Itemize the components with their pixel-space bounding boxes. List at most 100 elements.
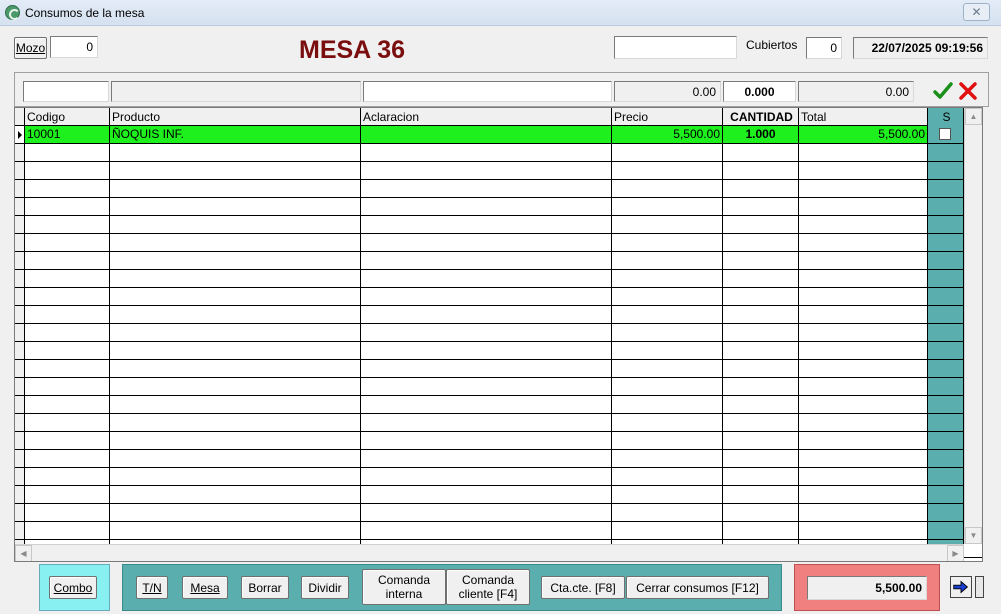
table-cell[interactable]: [25, 234, 110, 251]
search-input[interactable]: [614, 36, 737, 59]
table-cell[interactable]: [361, 450, 612, 467]
table-cell[interactable]: [15, 234, 25, 251]
header-s[interactable]: S: [928, 108, 964, 126]
table-cell[interactable]: [928, 234, 964, 251]
table-row[interactable]: [15, 468, 982, 486]
table-cell[interactable]: [799, 288, 928, 305]
table-cell[interactable]: [361, 180, 612, 197]
table-cell[interactable]: [15, 360, 25, 377]
borrar-button[interactable]: Borrar: [241, 576, 289, 599]
table-cell[interactable]: [799, 324, 928, 341]
table-row[interactable]: [15, 414, 982, 432]
table-cell[interactable]: [361, 288, 612, 305]
table-cell[interactable]: [25, 180, 110, 197]
table-row[interactable]: [15, 288, 982, 306]
table-row[interactable]: [15, 252, 982, 270]
table-cell[interactable]: [15, 180, 25, 197]
table-cell[interactable]: [723, 432, 799, 449]
table-cell[interactable]: [361, 234, 612, 251]
table-cell[interactable]: [110, 414, 361, 431]
table-cell[interactable]: [361, 522, 612, 539]
cerrar-consumos-button[interactable]: Cerrar consumos [F12]: [626, 576, 769, 599]
header-codigo[interactable]: Codigo: [25, 108, 110, 126]
table-cell[interactable]: [110, 324, 361, 341]
header-cantidad[interactable]: CANTIDAD: [723, 108, 799, 126]
table-cell[interactable]: [15, 504, 25, 521]
table-cell[interactable]: [928, 180, 964, 197]
table-cell[interactable]: [723, 270, 799, 287]
table-cell[interactable]: [928, 360, 964, 377]
table-cell[interactable]: [723, 162, 799, 179]
table-cell[interactable]: [15, 216, 25, 233]
cell-codigo[interactable]: 10001: [25, 126, 110, 143]
table-cell[interactable]: [110, 306, 361, 323]
table-cell[interactable]: [361, 360, 612, 377]
table-cell[interactable]: [612, 342, 723, 359]
table-cell[interactable]: [15, 342, 25, 359]
table-cell[interactable]: [928, 450, 964, 467]
table-cell[interactable]: [612, 396, 723, 413]
table-cell[interactable]: [723, 342, 799, 359]
entry-codigo-input[interactable]: [23, 81, 109, 102]
table-cell[interactable]: [723, 324, 799, 341]
table-cell[interactable]: [928, 414, 964, 431]
table-cell[interactable]: [25, 342, 110, 359]
table-cell[interactable]: [361, 396, 612, 413]
table-cell[interactable]: [110, 396, 361, 413]
table-row[interactable]: [15, 432, 982, 450]
table-cell[interactable]: [612, 252, 723, 269]
mozo-field[interactable]: 0: [50, 36, 98, 58]
table-cell[interactable]: [723, 450, 799, 467]
table-cell[interactable]: [799, 378, 928, 395]
table-cell[interactable]: [25, 270, 110, 287]
table-cell[interactable]: [928, 342, 964, 359]
table-cell[interactable]: [25, 414, 110, 431]
table-cell[interactable]: [799, 144, 928, 161]
table-cell[interactable]: [723, 396, 799, 413]
close-icon[interactable]: ✕: [963, 3, 990, 21]
table-cell[interactable]: [723, 288, 799, 305]
table-row[interactable]: [15, 216, 982, 234]
horizontal-scrollbar[interactable]: ◀ ▶: [15, 544, 964, 561]
entry-cantidad-input[interactable]: 0.000: [723, 81, 796, 102]
table-row[interactable]: [15, 234, 982, 252]
entry-aclaracion-input[interactable]: [363, 81, 612, 102]
table-cell[interactable]: [928, 486, 964, 503]
table-cell[interactable]: [612, 216, 723, 233]
cell-cantidad[interactable]: 1.000: [723, 126, 799, 143]
table-cell[interactable]: [25, 378, 110, 395]
table-cell[interactable]: [799, 270, 928, 287]
table-cell[interactable]: [15, 252, 25, 269]
cubiertos-field[interactable]: 0: [806, 37, 842, 59]
table-row[interactable]: [15, 504, 982, 522]
table-cell[interactable]: [110, 360, 361, 377]
table-cell[interactable]: [25, 198, 110, 215]
table-cell[interactable]: [723, 234, 799, 251]
table-cell[interactable]: [612, 414, 723, 431]
table-cell[interactable]: [110, 180, 361, 197]
table-cell[interactable]: [25, 288, 110, 305]
table-cell[interactable]: [25, 396, 110, 413]
table-row[interactable]: [15, 180, 982, 198]
table-cell[interactable]: [25, 468, 110, 485]
table-cell[interactable]: [25, 504, 110, 521]
dividir-button[interactable]: Dividir: [301, 576, 349, 599]
table-cell[interactable]: [928, 252, 964, 269]
cell-s[interactable]: [928, 126, 964, 143]
table-cell[interactable]: [25, 522, 110, 539]
table-cell[interactable]: [361, 504, 612, 521]
table-cell[interactable]: [25, 450, 110, 467]
table-cell[interactable]: [799, 180, 928, 197]
cell-precio[interactable]: 5,500.00: [612, 126, 723, 143]
table-cell[interactable]: [928, 162, 964, 179]
table-row[interactable]: [15, 378, 982, 396]
s-checkbox[interactable]: [939, 128, 951, 140]
table-cell[interactable]: [612, 198, 723, 215]
table-row[interactable]: [15, 342, 982, 360]
table-cell[interactable]: [110, 378, 361, 395]
table-cell[interactable]: [110, 270, 361, 287]
table-cell[interactable]: [928, 396, 964, 413]
table-row[interactable]: [15, 306, 982, 324]
comanda-interna-button[interactable]: Comanda interna: [362, 569, 446, 605]
table-row[interactable]: [15, 396, 982, 414]
